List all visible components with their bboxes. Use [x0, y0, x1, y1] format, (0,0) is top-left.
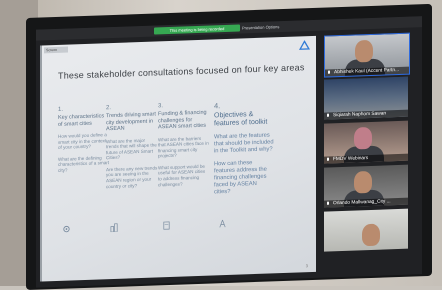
- participant-tile[interactable]: FMDV Webinars: [324, 121, 408, 164]
- participant-video: [355, 40, 373, 63]
- slide-title: These stakeholder consultations focused …: [58, 63, 298, 81]
- participant-tile[interactable]: [324, 209, 408, 252]
- column-question: How would you define a smart city in the…: [58, 132, 110, 151]
- participant-name: Siqiarah Naphom Sawan: [333, 111, 386, 118]
- column-question: How can these features address the finan…: [214, 159, 274, 196]
- column-heading: Objectives & features of toolkit: [214, 110, 274, 128]
- logo-icon: [299, 40, 310, 51]
- column-question: What are the barriers that ASEAN cities …: [158, 135, 210, 159]
- microphone-icon: [326, 113, 330, 118]
- column-question: What support would be useful for ASEAN c…: [158, 163, 210, 187]
- column-heading: Key characteristics of smart cities: [58, 113, 110, 128]
- participant-video: [354, 127, 372, 150]
- city-icon: [110, 223, 119, 232]
- participant-name: FMDV Webinars: [333, 156, 368, 162]
- slide-column-1: 1. Key characteristics of smart cities H…: [58, 105, 110, 173]
- column-question: Are there any new trends you are seeing …: [106, 165, 158, 189]
- document-icon: [162, 221, 171, 230]
- participant-tile[interactable]: Siqiarah Naphom Sawan: [324, 77, 408, 120]
- microphone-icon: [326, 157, 330, 162]
- participant-video: [362, 224, 380, 247]
- column-heading: Funding & financing challenges for ASEAN…: [158, 110, 210, 131]
- column-heading: Trends driving smart city development in…: [106, 111, 158, 132]
- microphone-icon: [326, 201, 330, 206]
- column-question: What are the features that should be inc…: [214, 132, 274, 155]
- shared-slide: Screen These stakeholder consultations f…: [40, 36, 316, 282]
- recording-banner: This meeting is being recorded: [154, 25, 240, 35]
- slide-page-number: 3: [306, 263, 308, 268]
- television-monitor: This meeting is being recorded Presentat…: [26, 4, 432, 290]
- slide-column-3: 3. Funding & financing challenges for AS…: [158, 102, 210, 188]
- participant-tile[interactable]: Abhishek Kaul (Accent Partn...: [324, 33, 410, 78]
- participant-panel: Abhishek Kaul (Accent Partn... Siqiarah …: [324, 33, 408, 276]
- column-number: 3.: [158, 102, 210, 110]
- column-number: 2.: [106, 103, 158, 111]
- presentation-options-button[interactable]: Presentation Options: [242, 23, 279, 31]
- microphone-icon: [327, 70, 331, 75]
- gear-icon: [62, 224, 71, 233]
- slide-columns: 1. Key characteristics of smart cities H…: [58, 98, 308, 267]
- slide-column-2: 2. Trends driving smart city development…: [106, 103, 158, 189]
- participant-tile[interactable]: Orlando Mallwanag_City ...: [324, 165, 408, 208]
- tower-icon: [218, 219, 227, 228]
- participant-name: Abhishek Kaul (Accent Partn...: [334, 68, 399, 75]
- participant-video: [354, 171, 372, 194]
- meeting-window: This meeting is being recorded Presentat…: [36, 16, 422, 287]
- column-question: What are the defining characteristics of…: [58, 155, 110, 174]
- slide-tab[interactable]: Screen: [44, 47, 68, 54]
- slide-column-4: 4. Objectives & features of toolkit What…: [214, 99, 274, 196]
- column-number: 4.: [214, 99, 274, 110]
- column-question: What are the major trends that will shap…: [106, 137, 158, 161]
- column-number: 1.: [58, 105, 110, 113]
- participant-name: Orlando Mallwanag_City ...: [333, 199, 391, 206]
